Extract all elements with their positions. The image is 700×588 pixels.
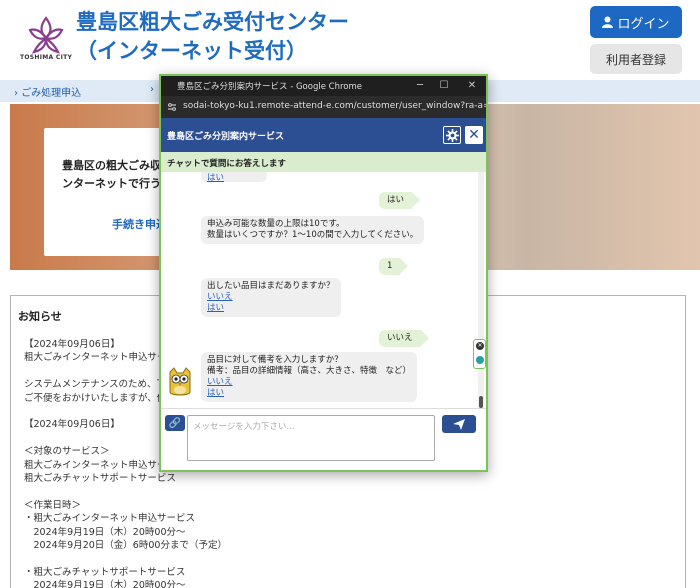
option-link-no[interactable]: いいえ	[207, 377, 411, 388]
chat-scrollbar[interactable]	[478, 172, 484, 408]
chat-subtitle: チャットで質問にお答えします	[167, 159, 286, 169]
hero-text-line1: 豊島区の粗大ごみ収	[62, 159, 161, 172]
send-button[interactable]	[442, 415, 476, 433]
address-bar[interactable]: sodai-tokyo-ku1.remote-attend-e.com/cust…	[161, 96, 486, 118]
site-header: TOSHIMA CITY 豊島区粗大ごみ受付センター （インターネット受付） ロ…	[0, 0, 700, 80]
notice-line: システムメンテナンスのため、下	[24, 379, 167, 391]
option-link-no[interactable]: いいえ	[207, 292, 335, 303]
hero-text: 豊島区の粗大ごみ収 ンターネットで行う	[62, 157, 172, 193]
bot-message-text: 申込み可能な数量の上限は10です。	[207, 219, 345, 229]
nav-item-label: ごみ処理申込	[21, 88, 82, 99]
chat-title: 豊島区ごみ分別案内サービス	[167, 132, 285, 142]
gear-icon	[445, 128, 459, 142]
close-icon: ✕	[468, 127, 480, 143]
notice-line: 粗大ごみインターネット申込サー	[24, 352, 167, 364]
window-close-icon[interactable]: ✕	[463, 78, 481, 94]
bot-message: 出したい品目はまだありますか？ いいえ はい	[201, 278, 341, 317]
send-icon	[453, 418, 465, 430]
bot-message-partial: はい	[201, 172, 267, 184]
notice-line: ご不便をおかけいたしますが、依	[24, 392, 167, 404]
hero-text-line2: ンターネットで行う	[62, 177, 161, 190]
option-link-yes[interactable]: はい	[207, 303, 335, 314]
link-icon: 🔗	[168, 417, 182, 429]
chat-subtitle-bar: チャットで質問にお答えします	[161, 152, 486, 172]
notice-line: 粗大ごみインターネット申込サー	[24, 459, 167, 471]
login-button[interactable]: ログイン	[590, 6, 682, 38]
url-text: sodai-tokyo-ku1.remote-attend-e.com/cust…	[183, 101, 488, 111]
bot-message-text: 備考：品目の詳細情報（高さ、大きさ、特徴 など）	[207, 366, 412, 376]
register-button[interactable]: 利用者登録	[590, 44, 682, 74]
notice-title: お知らせ	[18, 310, 62, 323]
chat-popup-window: 豊島区ごみ分別案内サービス - Google Chrome ─ ☐ ✕ soda…	[159, 74, 488, 472]
notice-line: ＜作業日時＞	[24, 499, 82, 511]
chat-scrollbar-thumb[interactable]	[479, 396, 483, 408]
message-input[interactable]	[187, 415, 435, 461]
page: TOSHIMA CITY 豊島区粗大ごみ受付センター （インターネット受付） ロ…	[0, 0, 700, 588]
bot-message-text: 出したい品目はまだありますか？	[207, 281, 335, 291]
notice-line: ・粗大ごみチャットサポートサービス	[24, 566, 186, 578]
owl-mascot-icon	[169, 367, 191, 396]
notice-line: 2024年9月19日（木）20時00分～	[24, 580, 186, 588]
login-button-label: ログイン	[617, 16, 670, 32]
site-title-line2: （インターネット受付）	[76, 39, 307, 63]
user-message: いいえ	[379, 330, 428, 347]
nav-item-partial[interactable]: ›	[150, 84, 154, 95]
bot-message-text: 品目に対して備考を入力しますか？	[207, 355, 343, 365]
bot-message: 申込み可能な数量の上限は10です。 数量はいくつですか？1～10の間で入力してく…	[201, 216, 425, 244]
notice-line: 2024年9月19日（木）20時00分～	[24, 526, 186, 538]
chat-header: 豊島区ごみ分別案内サービス ✕	[161, 118, 486, 152]
notice-line: 2024年9月20日（金）6時00分まで（予定）	[24, 540, 227, 551]
chat-close-button[interactable]: ✕	[465, 126, 483, 144]
option-link-yes[interactable]: はい	[207, 388, 411, 399]
window-title: 豊島区ごみ分別案内サービス - Google Chrome	[177, 82, 362, 92]
nav-item-waste-request[interactable]: › ごみ処理申込	[14, 84, 81, 99]
attach-button[interactable]: 🔗	[165, 415, 185, 431]
user-message: 1	[379, 258, 410, 275]
bot-message-text: 数量はいくつですか？1～10の間で入力してください。	[207, 230, 419, 240]
minimize-icon[interactable]: ─	[411, 78, 429, 94]
notice-line: ＜対象のサービス＞	[24, 446, 110, 458]
chat-messages[interactable]: はい はい 申込み可能な数量の上限は10です。 数量はいくつですか？1～10の間…	[161, 172, 478, 408]
site-title[interactable]: 豊島区粗大ごみ受付センター （インターネット受付）	[76, 8, 349, 66]
chat-input-area: 🔗	[161, 408, 486, 470]
site-info-icon[interactable]	[167, 102, 177, 112]
side-tools: ✕	[473, 339, 486, 369]
user-icon	[602, 16, 614, 28]
maximize-icon[interactable]: ☐	[435, 78, 453, 94]
option-link-yes-partial[interactable]: はい	[207, 173, 261, 184]
notice-line: 粗大ごみチャットサポートサービス	[24, 473, 176, 484]
record-icon[interactable]	[476, 356, 484, 364]
bot-message: 品目に対して備考を入力しますか？ 備考：品目の詳細情報（高さ、大きさ、特徴 など…	[201, 352, 418, 402]
chrome-titlebar[interactable]: 豊島区ごみ分別案内サービス - Google Chrome ─ ☐ ✕	[161, 76, 486, 96]
notice-line: 【2024年09月06日】	[24, 339, 120, 350]
notice-line: ・粗大ごみインターネット申込サービス	[24, 513, 196, 525]
site-title-line1: 豊島区粗大ごみ受付センター	[76, 10, 349, 34]
chevron-right-icon: ›	[150, 84, 154, 95]
notice-line: 【2024年09月06日】	[24, 419, 120, 431]
toshima-logo-icon[interactable]	[22, 12, 70, 72]
logo-text: TOSHIMA CITY	[20, 54, 73, 61]
close-circle-icon[interactable]: ✕	[476, 342, 484, 350]
user-message: はい	[379, 192, 421, 209]
settings-button[interactable]	[443, 126, 461, 144]
